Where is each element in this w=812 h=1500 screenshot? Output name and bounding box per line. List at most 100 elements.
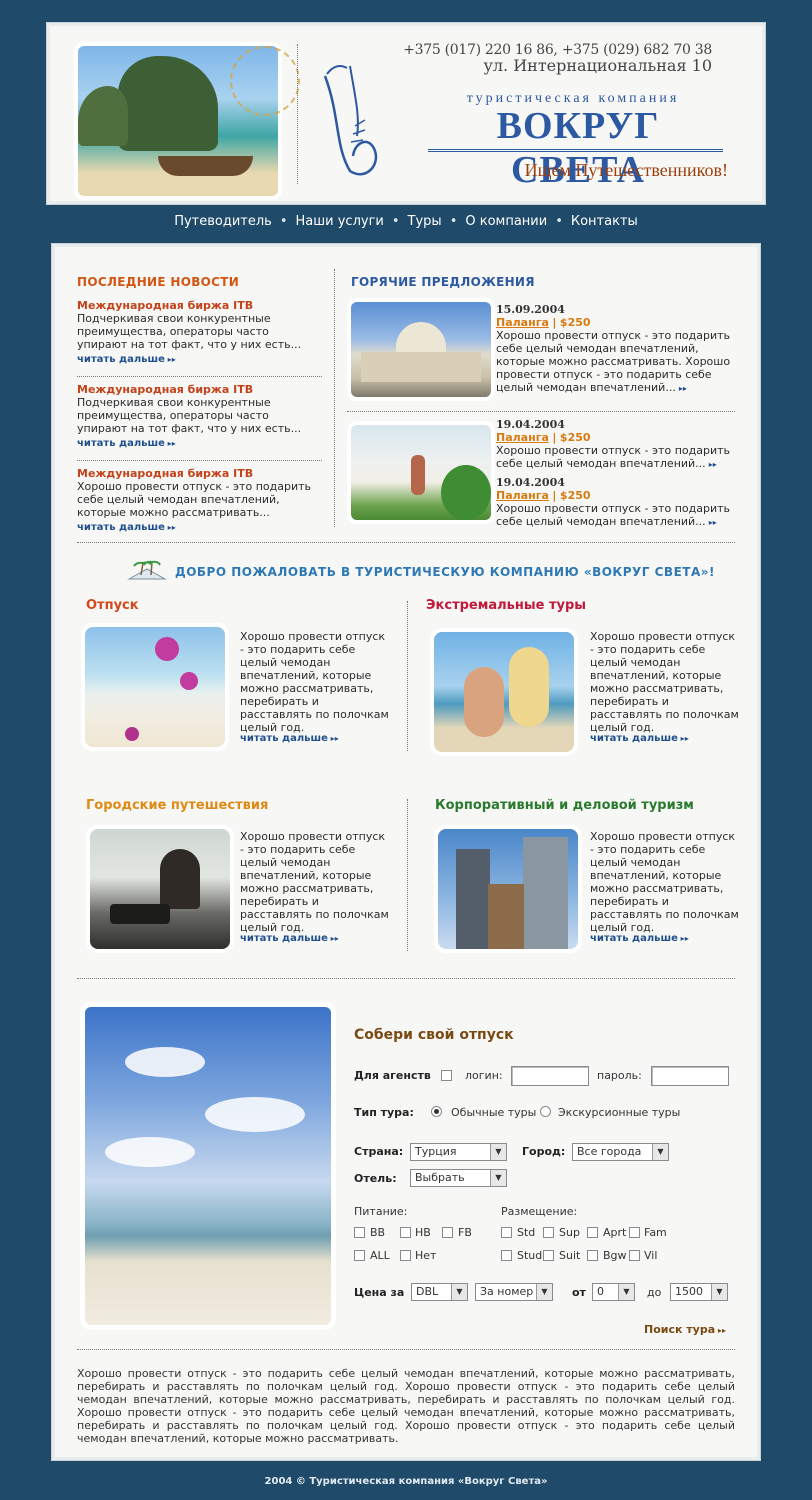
accom-vil-checkbox[interactable]	[629, 1250, 640, 1261]
excursion-tours-radio[interactable]	[540, 1106, 551, 1117]
accom-fam-checkbox[interactable]	[629, 1227, 640, 1238]
extreme-tours-photo[interactable]	[434, 632, 574, 752]
room-type-value: DBL	[416, 1285, 439, 1298]
read-more-link[interactable]: читать дальше	[590, 933, 689, 944]
stamp-icon	[230, 46, 300, 116]
read-more-link[interactable]: читать дальше	[77, 353, 176, 366]
price-to-select[interactable]: 1500 ▼	[670, 1283, 728, 1301]
offer-location-link[interactable]: Паланга	[496, 316, 549, 329]
excursion-tours-label: Экскурсионные туры	[558, 1106, 681, 1119]
agency-label: Для агенств	[354, 1069, 431, 1082]
password-input[interactable]	[651, 1066, 729, 1086]
category-text: Хорошо провести отпуск - это подарить се…	[590, 630, 739, 734]
arrow-icon[interactable]: ▸▸	[679, 384, 687, 393]
accom-stud-checkbox[interactable]	[501, 1250, 512, 1261]
accom-suit-checkbox[interactable]	[543, 1250, 554, 1261]
meal-hb-checkbox[interactable]	[400, 1227, 411, 1238]
meal-all-label: ALL	[370, 1249, 390, 1262]
nav-item-services[interactable]: Наши услуги	[296, 214, 384, 229]
news-item: Международная биржа ITB Подчеркивая свои…	[77, 299, 317, 366]
hotel-select-value: Выбрать	[415, 1171, 465, 1184]
agency-checkbox[interactable]	[441, 1070, 452, 1081]
bottom-description: Хорошо провести отпуск - это подарить се…	[77, 1367, 735, 1445]
read-more-link[interactable]: читать дальше	[590, 733, 689, 744]
price-per-select[interactable]: За номер ▼	[475, 1283, 553, 1301]
category-title[interactable]: Корпоративный и деловой туризм	[435, 798, 694, 813]
city-select-value: Все города	[577, 1145, 642, 1158]
price-per-value: За номер	[480, 1285, 534, 1298]
footer-copyright: 2004 © Туристическая компания «Вокруг Св…	[264, 1476, 548, 1487]
category-title[interactable]: Экстремальные туры	[426, 598, 586, 613]
news-item: Международная биржа ITB Хорошо провести …	[77, 467, 317, 534]
city-select[interactable]: Все города ▼	[572, 1143, 669, 1161]
hot-offer: 19.04.2004 Паланга | $250 Хорошо провест…	[496, 418, 736, 471]
accom-sup-checkbox[interactable]	[543, 1227, 554, 1238]
meal-none-checkbox[interactable]	[400, 1250, 411, 1261]
city-travel-photo[interactable]	[90, 829, 230, 949]
hot-offer: 15.09.2004 Паланга | $250 Хорошо провест…	[496, 303, 736, 395]
regular-tours-label: Обычные туры	[451, 1106, 537, 1119]
main-panel: ПОСЛЕДНИЕ НОВОСТИ Международная биржа IT…	[55, 247, 757, 1457]
login-input[interactable]	[511, 1066, 589, 1086]
chevron-down-icon: ▼	[536, 1284, 552, 1300]
category-title[interactable]: Отпуск	[86, 598, 139, 613]
nav-item-contacts[interactable]: Контакты	[571, 214, 638, 229]
hotel-select[interactable]: Выбрать ▼	[410, 1169, 507, 1187]
price-to-value: 1500	[675, 1285, 703, 1298]
meal-all-checkbox[interactable]	[354, 1250, 365, 1261]
price-from-select[interactable]: 0 ▼	[592, 1283, 635, 1301]
divider	[77, 978, 735, 979]
accom-aprt-checkbox[interactable]	[587, 1227, 598, 1238]
login-label: логин:	[465, 1069, 503, 1082]
vacation-photo[interactable]	[85, 627, 225, 747]
offer-separator: |	[552, 489, 557, 502]
accom-stud-label: Stud	[517, 1249, 543, 1262]
news-section-title: ПОСЛЕДНИЕ НОВОСТИ	[77, 275, 240, 289]
nav-item-guide[interactable]: Путеводитель	[174, 214, 272, 229]
news-item-title[interactable]: Международная биржа ITB	[77, 299, 317, 312]
read-more-link[interactable]: читать дальше	[77, 437, 176, 450]
category-title[interactable]: Городские путешествия	[86, 798, 268, 813]
regular-tours-radio[interactable]	[431, 1106, 442, 1117]
chevron-down-icon: ▼	[652, 1144, 668, 1160]
offer-text: Хорошо провести отпуск - это подарить се…	[496, 329, 731, 394]
nav-separator: •	[391, 214, 400, 229]
havana-photo[interactable]	[351, 302, 491, 397]
search-tour-button[interactable]: Поиск тура	[644, 1323, 726, 1336]
news-item: Международная биржа ITB Подчеркивая свои…	[77, 383, 317, 450]
meal-bb-checkbox[interactable]	[354, 1227, 365, 1238]
cloud-shape	[205, 1097, 305, 1132]
read-more-link[interactable]: читать дальше	[240, 933, 339, 944]
accom-std-checkbox[interactable]	[501, 1227, 512, 1238]
business-tourism-photo[interactable]	[438, 829, 578, 949]
sky-beach-photo	[85, 1007, 331, 1325]
welcome-heading: ДОБРО ПОЖАЛОВАТЬ В ТУРИСТИЧЕСКУЮ КОМПАНИ…	[175, 565, 715, 579]
form-title: Собери свой отпуск	[354, 1027, 514, 1043]
price-label: Цена за	[354, 1286, 405, 1299]
country-select[interactable]: Турция ▼	[410, 1143, 507, 1161]
arrow-icon[interactable]: ▸▸	[709, 518, 717, 527]
nav-item-about[interactable]: О компании	[465, 214, 547, 229]
accom-aprt-label: Aprt	[603, 1226, 627, 1239]
category-text: Хорошо провести отпуск - это подарить се…	[240, 630, 389, 734]
offer-location-link[interactable]: Паланга	[496, 489, 549, 502]
beach-couple-photo[interactable]	[351, 425, 491, 520]
rock-shape	[118, 56, 218, 151]
accom-bgw-checkbox[interactable]	[587, 1250, 598, 1261]
arrow-icon[interactable]: ▸▸	[709, 460, 717, 469]
read-more-link[interactable]: читать дальше	[77, 521, 176, 534]
meal-bb-label: BB	[370, 1226, 386, 1239]
nav-item-tours[interactable]: Туры	[408, 214, 442, 229]
boat-shape	[158, 156, 253, 176]
offer-price: $250	[559, 431, 591, 444]
read-more-link[interactable]: читать дальше	[240, 733, 339, 744]
news-item-title[interactable]: Международная биржа ITB	[77, 467, 317, 480]
offer-price: $250	[559, 316, 591, 329]
room-type-select[interactable]: DBL ▼	[411, 1283, 468, 1301]
news-item-title[interactable]: Международная биржа ITB	[77, 383, 317, 396]
header-panel: +375 (017) 220 16 86, +375 (029) 682 70 …	[50, 26, 762, 201]
country-select-value: Турция	[415, 1145, 457, 1158]
hotel-label: Отель:	[354, 1172, 397, 1185]
meal-fb-checkbox[interactable]	[442, 1227, 453, 1238]
offer-location-link[interactable]: Паланга	[496, 431, 549, 444]
